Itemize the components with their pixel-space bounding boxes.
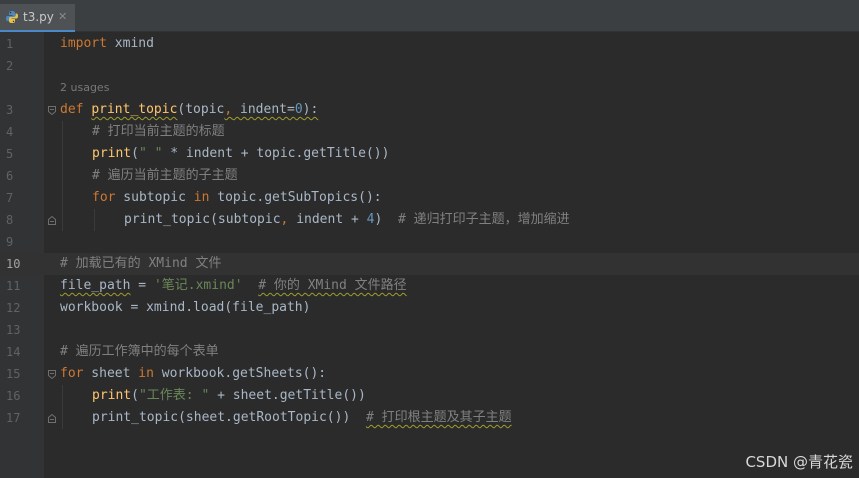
tab-label: t3.py bbox=[23, 10, 54, 24]
line-number: 9 bbox=[6, 235, 14, 249]
code-line-3: def print_topic(topic, indent=0): bbox=[60, 102, 319, 117]
code-line-16: print("工作表: " + sheet.getTitle()) bbox=[92, 388, 366, 403]
code-line-17: print_topic(sheet.getRootTopic()) # 打印根主… bbox=[92, 410, 512, 425]
line-number: 4 bbox=[6, 125, 14, 139]
indent-guide bbox=[94, 209, 95, 231]
code-line-12: workbook = xmind.load(file_path) bbox=[60, 300, 311, 315]
fold-end-icon[interactable] bbox=[48, 216, 56, 225]
line-number: 5 bbox=[6, 147, 14, 161]
ide-window: t3.py ✕ 1 2 3 4 5 6 7 8 9 10 11 12 13 14… bbox=[0, 0, 859, 478]
line-number: 11 bbox=[6, 279, 21, 293]
line-number: 17 bbox=[6, 411, 21, 425]
code-line-15: for sheet in workbook.getSheets(): bbox=[60, 366, 327, 381]
python-file-icon bbox=[6, 11, 18, 23]
code-line-4: # 打印当前主题的标题 bbox=[92, 124, 225, 139]
line-number: 3 bbox=[6, 103, 14, 117]
indent-guide bbox=[62, 385, 63, 429]
fold-open-icon[interactable] bbox=[48, 106, 56, 115]
indent-guide bbox=[62, 121, 63, 231]
tab-t3-py[interactable]: t3.py ✕ bbox=[0, 4, 75, 32]
code-line-7: for subtopic in topic.getSubTopics(): bbox=[92, 190, 382, 205]
tab-close-icon[interactable]: ✕ bbox=[58, 9, 67, 24]
line-number-current: 10 bbox=[0, 253, 44, 275]
fold-open-icon[interactable] bbox=[48, 370, 56, 379]
editor-tab-bar: t3.py ✕ bbox=[0, 0, 859, 32]
line-number: 12 bbox=[6, 301, 21, 315]
line-number: 16 bbox=[6, 389, 21, 403]
code-line-10: # 加载已有的 XMind 文件 bbox=[60, 256, 222, 271]
code-line-11: file_path = '笔记.xmind' # 你的 XMind 文件路径 bbox=[60, 278, 407, 293]
line-number: 7 bbox=[6, 191, 14, 205]
usages-inlay-hint[interactable]: 2 usages bbox=[60, 77, 109, 99]
code-line-8: print_topic(subtopic, indent + 4) # 递归打印… bbox=[124, 212, 570, 227]
code-line-6: # 遍历当前主题的子主题 bbox=[92, 168, 238, 183]
line-number: 2 bbox=[6, 59, 14, 73]
line-number: 8 bbox=[6, 213, 14, 227]
line-number-gutter: 1 2 3 4 5 6 7 8 9 10 11 12 13 14 15 16 1… bbox=[0, 32, 44, 478]
code-line-14: # 遍历工作簿中的每个表单 bbox=[60, 344, 219, 359]
line-number: 13 bbox=[6, 323, 21, 337]
line-number: 15 bbox=[6, 367, 21, 381]
fold-end-icon[interactable] bbox=[48, 414, 56, 423]
csdn-watermark: CSDN @青花瓷 bbox=[745, 453, 853, 471]
code-line-1: import xmind bbox=[60, 36, 154, 51]
code-editor[interactable]: 1 2 3 4 5 6 7 8 9 10 11 12 13 14 15 16 1… bbox=[0, 32, 859, 478]
line-number: 1 bbox=[6, 37, 14, 51]
line-number: 6 bbox=[6, 169, 14, 183]
line-number: 14 bbox=[6, 345, 21, 359]
code-line-5: print(" " * indent + topic.getTitle()) bbox=[92, 146, 390, 161]
